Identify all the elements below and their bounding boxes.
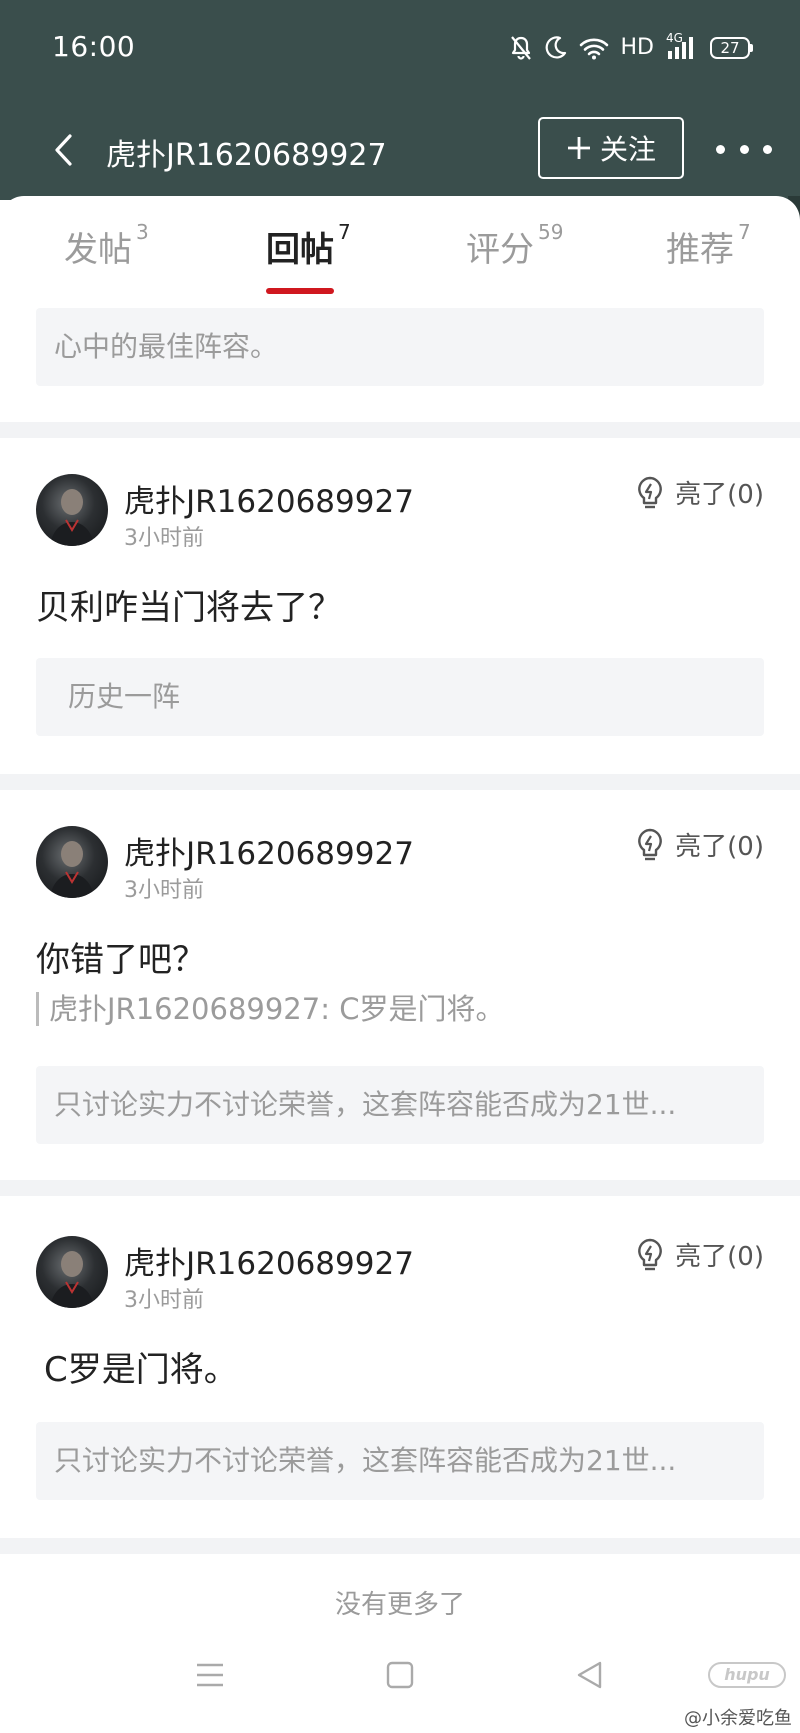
- back-nav-button[interactable]: [574, 1660, 606, 1694]
- tab-bar: 发帖 3 回帖 7 评分 59 推荐 7: [0, 196, 800, 296]
- menu-icon: [197, 1663, 223, 1687]
- more-button[interactable]: [716, 134, 772, 164]
- more-dots-icon: [716, 144, 725, 154]
- active-tab-indicator: [266, 288, 334, 294]
- lightbulb-icon: [638, 1238, 663, 1270]
- follow-label: 关注: [599, 133, 656, 166]
- username[interactable]: 虎扑JR1620689927: [124, 476, 414, 521]
- moon-icon: [545, 36, 567, 60]
- light-count: 亮了(0): [675, 832, 764, 862]
- hupu-logo: hupu: [708, 1662, 786, 1688]
- light-button[interactable]: 亮了(0): [635, 826, 764, 863]
- tab-posts[interactable]: 发帖 3: [64, 220, 149, 282]
- quoted-reply[interactable]: 虎扑JR1620689927: C罗是门将。: [36, 992, 504, 1026]
- post-time: 3小时前: [124, 1288, 204, 1313]
- signal-icon: 4G: [666, 31, 698, 61]
- reply-content: C罗是门将。: [44, 1350, 238, 1390]
- chevron-left-icon: [55, 134, 72, 166]
- light-button[interactable]: 亮了(0): [635, 474, 764, 511]
- menu-button[interactable]: [194, 1660, 226, 1694]
- light-count: 亮了(0): [675, 480, 764, 510]
- status-time: 16:00: [52, 30, 136, 63]
- lightbulb-icon: [638, 828, 663, 860]
- home-button[interactable]: [384, 1660, 416, 1694]
- no-more-label: 没有更多了: [334, 1590, 465, 1620]
- reply-content: 你错了吧？: [36, 940, 206, 980]
- post-time: 3小时前: [124, 878, 204, 903]
- follow-button[interactable]: 关注: [538, 117, 684, 179]
- tab-label: 评分: [466, 230, 534, 270]
- thread-link[interactable]: 只讨论实力不讨论荣誉，这套阵容能否成为21世...: [36, 1066, 764, 1144]
- content-sheet: 发帖 3 回帖 7 评分 59 推荐 7 心中的最佳阵容。 虎扑JR1620689927…: [0, 196, 800, 1733]
- system-nav-bar: [0, 1650, 800, 1710]
- tab-count: 59: [538, 220, 564, 244]
- tab-recommend[interactable]: 推荐 7: [666, 220, 751, 282]
- divider: [0, 1180, 800, 1196]
- tab-ratings[interactable]: 评分 59: [466, 220, 564, 282]
- reply-card: 虎扑JR1620689927 3小时前 亮了(0) 你错了吧？ 虎扑JR1620…: [0, 790, 800, 1180]
- tab-label: 回帖: [266, 230, 334, 270]
- thread-link[interactable]: 历史一阵: [36, 658, 764, 736]
- avatar[interactable]: [36, 826, 108, 898]
- light-count: 亮了(0): [675, 1242, 764, 1272]
- divider: [0, 774, 800, 790]
- tab-count: 3: [136, 220, 149, 244]
- status-bar: 16:00 HD 4G 27: [0, 0, 800, 100]
- tab-label: 推荐: [666, 230, 734, 270]
- light-button[interactable]: 亮了(0): [635, 1236, 764, 1273]
- more-dot: [739, 144, 749, 154]
- avatar[interactable]: [36, 1236, 108, 1308]
- username[interactable]: 虎扑JR1620689927: [124, 828, 414, 873]
- tab-replies[interactable]: 回帖 7: [266, 220, 351, 282]
- back-button[interactable]: [44, 128, 84, 172]
- username[interactable]: 虎扑JR1620689927: [124, 1238, 414, 1283]
- avatar[interactable]: [36, 474, 108, 546]
- thread-link[interactable]: 只讨论实力不讨论荣誉，这套阵容能否成为21世...: [36, 1422, 764, 1500]
- reply-card: 虎扑JR1620689927 3小时前 亮了(0) 贝利咋当门将去了？ 历史一阵: [0, 438, 800, 774]
- reply-card: 虎扑JR1620689927 3小时前 亮了(0) C罗是门将。 只讨论实力不讨…: [0, 1196, 800, 1532]
- divider: [0, 1538, 800, 1554]
- nav-bar: 虎扑JR1620689927 关注: [0, 110, 800, 190]
- original-post-link[interactable]: 心中的最佳阵容。: [36, 308, 764, 386]
- post-time: 3小时前: [124, 526, 204, 551]
- watermark: @小余爱吃鱼: [684, 1708, 792, 1729]
- page-title: 虎扑JR1620689927: [106, 138, 387, 173]
- bell-off-icon: [509, 35, 533, 61]
- triangle-back-icon: [577, 1661, 602, 1689]
- reply-content: 贝利咋当门将去了？: [36, 588, 342, 628]
- wifi-icon: [579, 36, 609, 60]
- divider: [0, 422, 800, 438]
- tab-label: 发帖: [64, 230, 132, 270]
- network-label: HD: [620, 35, 654, 60]
- tab-count: 7: [338, 220, 351, 244]
- header: 16:00 HD 4G 27 虎扑JR1620689927 关注: [0, 0, 800, 200]
- battery-indicator: 27: [710, 37, 753, 59]
- lightbulb-icon: [638, 476, 663, 508]
- status-icons: HD 4G 27: [509, 31, 753, 62]
- plus-icon: [567, 137, 590, 159]
- tab-count: 7: [738, 220, 751, 244]
- more-dot: [763, 144, 772, 154]
- square-icon: [386, 1661, 414, 1689]
